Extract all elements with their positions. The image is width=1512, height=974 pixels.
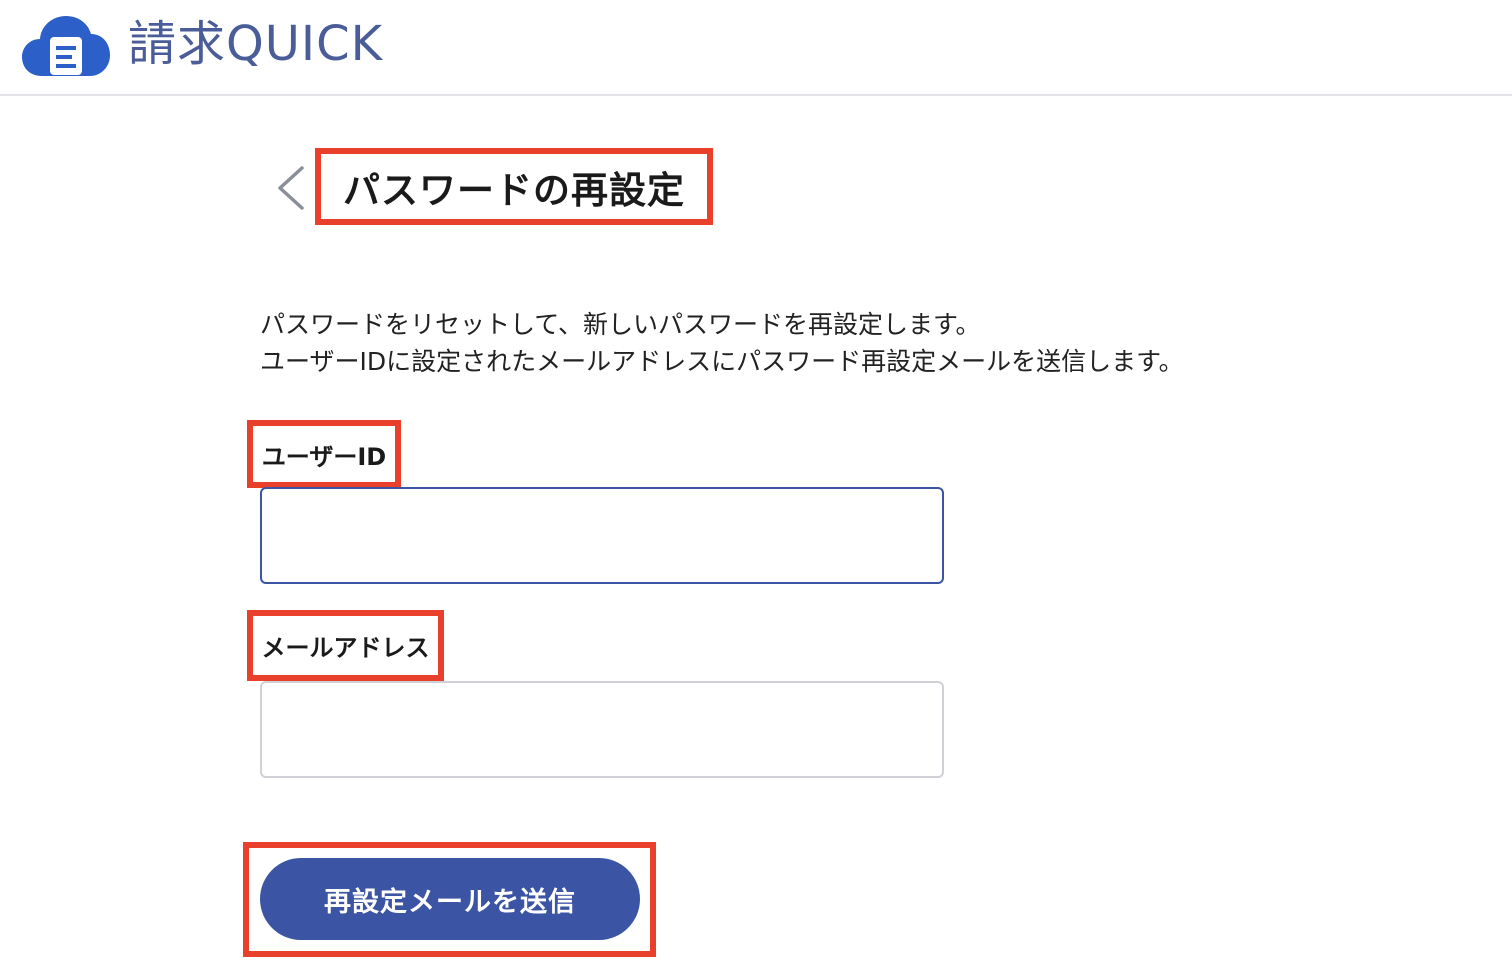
userid-label: ユーザーID [247, 420, 401, 488]
logo[interactable]: 請求QUICK [20, 10, 383, 78]
page-title: パスワードの再設定 [315, 148, 713, 225]
description-line-1: パスワードをリセットして、新しいパスワードを再設定します。 [260, 310, 981, 339]
app-header: 請求QUICK [0, 0, 1512, 96]
logo-text: 請求QUICK [128, 16, 384, 72]
chevron-left-icon[interactable] [270, 163, 310, 213]
userid-input[interactable] [260, 487, 944, 584]
description-line-2: ユーザーIDに設定されたメールアドレスにパスワード再設定メールを送信します。 [260, 347, 1184, 376]
email-label: メールアドレス [247, 610, 444, 681]
page-description: パスワードをリセットして、新しいパスワードを再設定します。 ユーザーIDに設定さ… [260, 306, 1184, 380]
email-input[interactable] [260, 681, 944, 778]
cloud-document-icon [22, 16, 110, 76]
send-reset-email-button[interactable]: 再設定メールを送信 [260, 858, 640, 940]
